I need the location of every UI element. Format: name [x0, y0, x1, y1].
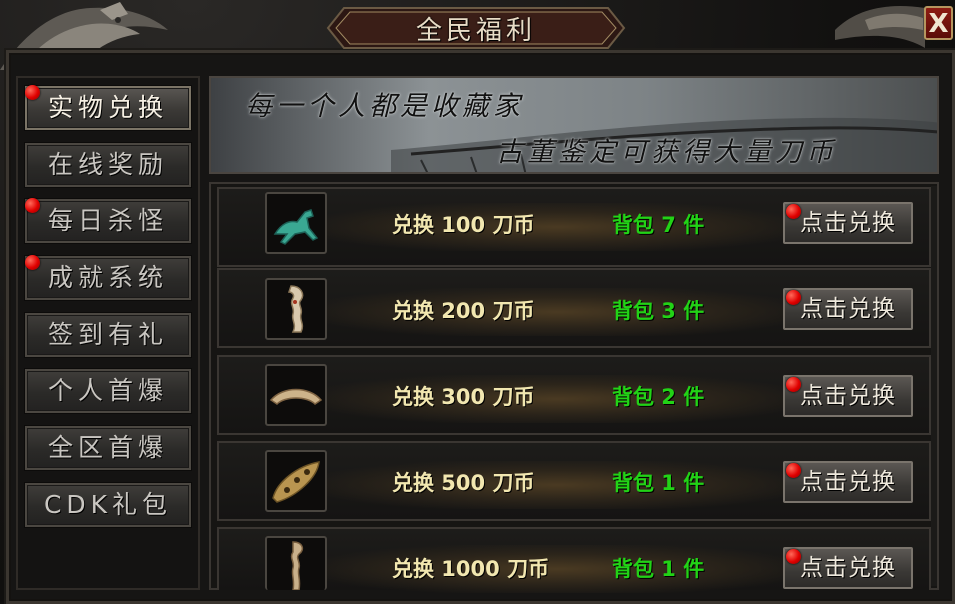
redeem-button[interactable]: 点击兑换: [783, 461, 913, 503]
sidebar-item-label: 在线奖励: [47, 150, 168, 179]
item-slot[interactable]: [265, 536, 327, 590]
bag-count: 背包 7 件: [612, 213, 705, 237]
sidebar-item-label: 个人首爆: [47, 376, 168, 405]
notification-badge: [25, 85, 40, 100]
sidebar-item-label: 全区首爆: [47, 433, 168, 462]
scrollbar[interactable]: [931, 186, 937, 586]
redeem-button-label: 点击兑换: [800, 469, 896, 495]
sidebar-item-cdk-gift[interactable]: CDK礼包: [25, 483, 191, 527]
exchange-amount: 兑换 100 刀币: [392, 213, 535, 237]
redeem-button[interactable]: 点击兑换: [783, 288, 913, 330]
redeem-button-label: 点击兑换: [800, 296, 896, 322]
item-slot[interactable]: [265, 364, 327, 426]
jade-arc-icon: [269, 388, 323, 405]
jade-dragon-pendant-icon: [287, 285, 304, 333]
redeem-button[interactable]: 点击兑换: [783, 547, 913, 589]
sidebar-item-personal-first-drop[interactable]: 个人首爆: [25, 369, 191, 413]
notification-badge: [786, 463, 801, 478]
redeem-button[interactable]: 点击兑换: [783, 375, 913, 417]
jade-dragon-hook-icon: [290, 541, 304, 590]
bag-count: 背包 2 件: [612, 385, 705, 409]
sidebar-item-label: 每日杀怪: [47, 206, 168, 235]
banner-subline: 古董鉴定可获得大量刀币: [496, 137, 837, 168]
exchange-amount: 兑换 200 刀币: [392, 299, 535, 323]
item-slot[interactable]: [265, 278, 327, 340]
bag-count: 背包 3 件: [612, 299, 705, 323]
notification-badge: [786, 204, 801, 219]
redeem-button-label: 点击兑换: [800, 383, 896, 409]
close-button[interactable]: X: [924, 6, 953, 40]
item-slot[interactable]: [265, 450, 327, 512]
sidebar-item-server-first-drop[interactable]: 全区首爆: [25, 426, 191, 470]
jade-bead-icon: [272, 461, 320, 503]
bronze-horse-icon: [273, 209, 319, 245]
window-title: 全民福利: [415, 16, 536, 46]
redeem-button-label: 点击兑换: [800, 210, 896, 236]
redeem-button[interactable]: 点击兑换: [783, 202, 913, 244]
bag-count: 背包 1 件: [612, 557, 705, 581]
dragon-ornament-right-icon: [835, 6, 925, 48]
sidebar-item-achievements[interactable]: 成就系统: [25, 256, 191, 300]
game-window: 全民福利 X 实物兑换 在线奖励 每日杀怪 成就系统 签到有礼 个人首爆 全区首…: [0, 0, 955, 604]
item-slot[interactable]: [265, 192, 327, 254]
notification-badge: [25, 198, 40, 213]
sidebar-item-online-reward[interactable]: 在线奖励: [25, 143, 191, 187]
notification-badge: [25, 255, 40, 270]
notification-badge: [786, 549, 801, 564]
notification-badge: [786, 377, 801, 392]
sidebar-item-sign-in[interactable]: 签到有礼: [25, 313, 191, 357]
redeem-button-label: 点击兑换: [800, 555, 896, 581]
sidebar-item-physical-exchange[interactable]: 实物兑换: [25, 86, 191, 130]
exchange-amount: 兑换 300 刀币: [392, 385, 535, 409]
banner-headline: 每一个人都是收藏家: [245, 91, 524, 122]
bag-count: 背包 1 件: [612, 471, 705, 495]
notification-badge: [786, 290, 801, 305]
sidebar-item-daily-kill[interactable]: 每日杀怪: [25, 199, 191, 243]
sidebar-item-label: 成就系统: [47, 263, 168, 292]
exchange-amount: 兑换 1000 刀币: [392, 557, 550, 581]
close-icon: X: [928, 9, 949, 39]
sidebar-item-label: 实物兑换: [47, 93, 168, 122]
sidebar-item-label: 签到有礼: [47, 320, 168, 349]
exchange-amount: 兑换 500 刀币: [392, 471, 535, 495]
sidebar-item-label: CDK礼包: [43, 490, 173, 519]
